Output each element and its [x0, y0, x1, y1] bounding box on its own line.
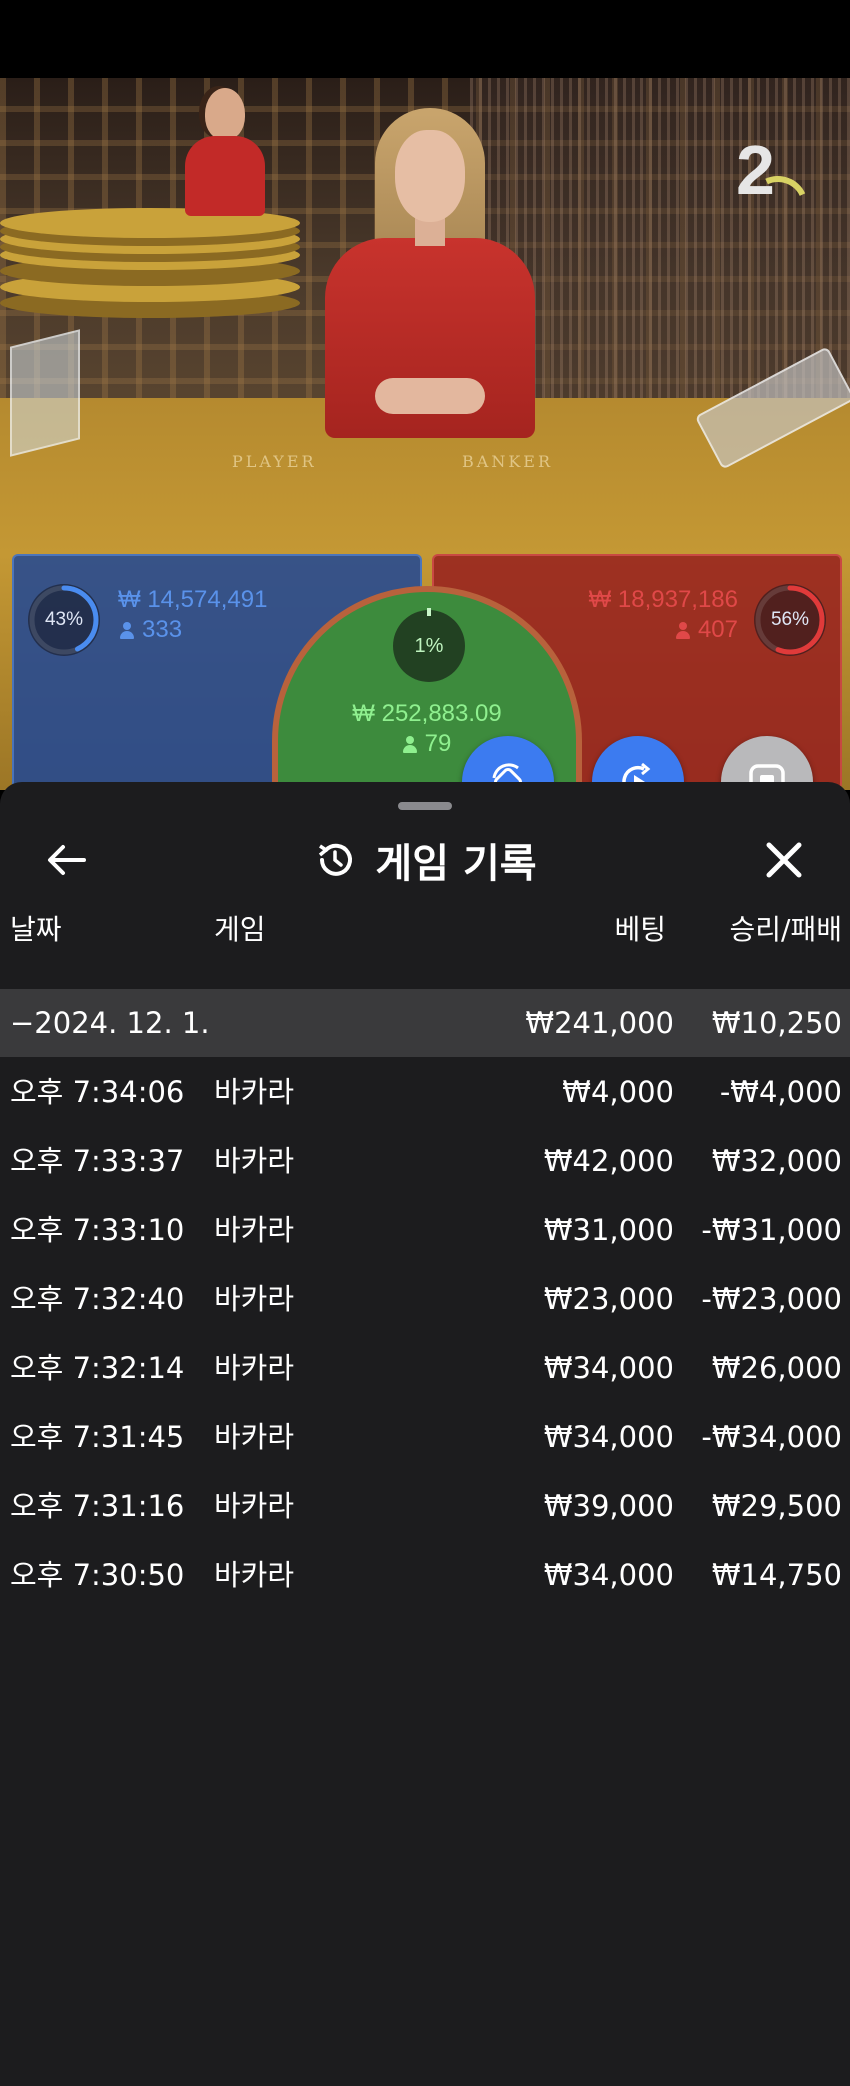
- row-game: 바카라: [214, 1282, 295, 1316]
- tie-total-amount: ₩ 252,883.09: [352, 700, 502, 727]
- row-result: -₩4,000: [719, 1075, 842, 1109]
- player-bettor-count: 333: [142, 616, 183, 643]
- row-time: 오후 7:32:40: [10, 1282, 185, 1316]
- banker-percent-ring: 56%: [754, 584, 826, 656]
- row-bet: ₩34,000: [543, 1558, 674, 1592]
- date-group-result-total: ₩10,250: [711, 1006, 842, 1040]
- row-time: 오후 7:31:16: [10, 1489, 185, 1523]
- history-icon: [319, 843, 353, 876]
- row-game: 바카라: [214, 1213, 295, 1247]
- row-bet: ₩34,000: [543, 1351, 674, 1385]
- person-icon: [402, 736, 417, 753]
- date-group-row[interactable]: −2024. 12. 1. ₩241,000 ₩10,250: [0, 989, 850, 1057]
- row-game: 바카라: [214, 1075, 295, 1109]
- row-bet: ₩39,000: [543, 1489, 674, 1523]
- row-time: 오후 7:30:50: [10, 1558, 185, 1592]
- row-time: 오후 7:33:10: [10, 1213, 185, 1247]
- felt-label-banker: BANKER: [462, 452, 553, 471]
- column-header-game: 게임: [214, 913, 266, 946]
- date-group-bet-total: ₩241,000: [525, 1006, 674, 1040]
- history-row[interactable]: 오후 7:33:37 바카라 ₩42,000 ₩32,000: [0, 1127, 850, 1195]
- row-result: ₩29,500: [711, 1489, 842, 1523]
- row-game: 바카라: [214, 1558, 295, 1592]
- row-result: ₩26,000: [711, 1351, 842, 1385]
- row-result: -₩34,000: [701, 1420, 842, 1454]
- row-bet: ₩23,000: [543, 1282, 674, 1316]
- game-history-sheet: 게임 기록 날짜 게임 베팅 승리/패배 −2024. 12. 1. ₩241,…: [0, 782, 850, 2086]
- close-icon: [766, 842, 802, 878]
- player-bettors: 333: [120, 616, 182, 644]
- column-header-result: 승리/패배: [729, 913, 842, 946]
- sheet-drag-handle[interactable]: [398, 802, 452, 810]
- round-number: 2: [736, 131, 775, 209]
- row-game: 바카라: [214, 1144, 295, 1178]
- person-icon: [120, 622, 134, 639]
- history-row[interactable]: 오후 7:33:10 바카라 ₩31,000 -₩31,000: [0, 1196, 850, 1264]
- row-game: 바카라: [214, 1489, 295, 1523]
- player-percent-ring: 43%: [28, 584, 100, 656]
- banker-bettors: 407: [675, 616, 738, 644]
- row-bet: ₩42,000: [543, 1144, 674, 1178]
- close-button[interactable]: [754, 830, 814, 890]
- player-percent: 43%: [44, 609, 84, 630]
- history-row[interactable]: 오후 7:32:14 바카라 ₩34,000 ₩26,000: [0, 1334, 850, 1402]
- row-result: ₩14,750: [711, 1558, 842, 1592]
- row-game: 바카라: [214, 1351, 295, 1385]
- row-time: 오후 7:34:06: [10, 1075, 185, 1109]
- tie-percent: 1%: [393, 608, 465, 682]
- tie-bettor-count: 79: [424, 730, 452, 757]
- sheet-header: 게임 기록: [0, 830, 850, 890]
- row-game: 바카라: [214, 1420, 295, 1454]
- player-total-amount: ₩ 14,574,491: [118, 586, 268, 613]
- banker-bettor-count: 407: [697, 616, 738, 643]
- history-row[interactable]: 오후 7:30:50 바카라 ₩34,000 ₩14,750: [0, 1541, 850, 1609]
- history-row[interactable]: 오후 7:34:06 바카라 ₩4,000 -₩4,000: [0, 1058, 850, 1126]
- page-title: 게임 기록: [375, 841, 537, 887]
- history-row[interactable]: 오후 7:32:40 바카라 ₩23,000 -₩23,000: [0, 1265, 850, 1333]
- banker-total-amount: ₩ 18,937,186: [588, 586, 738, 613]
- row-bet: ₩4,000: [562, 1075, 674, 1109]
- person-icon: [675, 622, 690, 639]
- row-time: 오후 7:32:14: [10, 1351, 185, 1385]
- date-group-label: −2024. 12. 1.: [10, 1006, 210, 1040]
- row-result: ₩32,000: [711, 1144, 842, 1178]
- column-header-bet: 베팅: [614, 913, 666, 946]
- column-header-date: 날짜: [10, 913, 62, 946]
- felt-label-player: PLAYER: [232, 452, 317, 471]
- row-time: 오후 7:31:45: [10, 1420, 185, 1454]
- history-row[interactable]: 오후 7:31:45 바카라 ₩34,000 -₩34,000: [0, 1403, 850, 1471]
- row-result: -₩31,000: [701, 1213, 842, 1247]
- row-result: -₩23,000: [701, 1282, 842, 1316]
- row-bet: ₩34,000: [543, 1420, 674, 1454]
- background-dealer: [185, 88, 265, 218]
- dealer: [320, 108, 540, 468]
- row-time: 오후 7:33:37: [10, 1144, 185, 1178]
- history-row[interactable]: 오후 7:31:16 바카라 ₩39,000 ₩29,500: [0, 1472, 850, 1540]
- card-discard-tray: [10, 329, 80, 457]
- banker-percent: 56%: [770, 609, 810, 630]
- row-bet: ₩31,000: [543, 1213, 674, 1247]
- status-bar: [0, 0, 850, 78]
